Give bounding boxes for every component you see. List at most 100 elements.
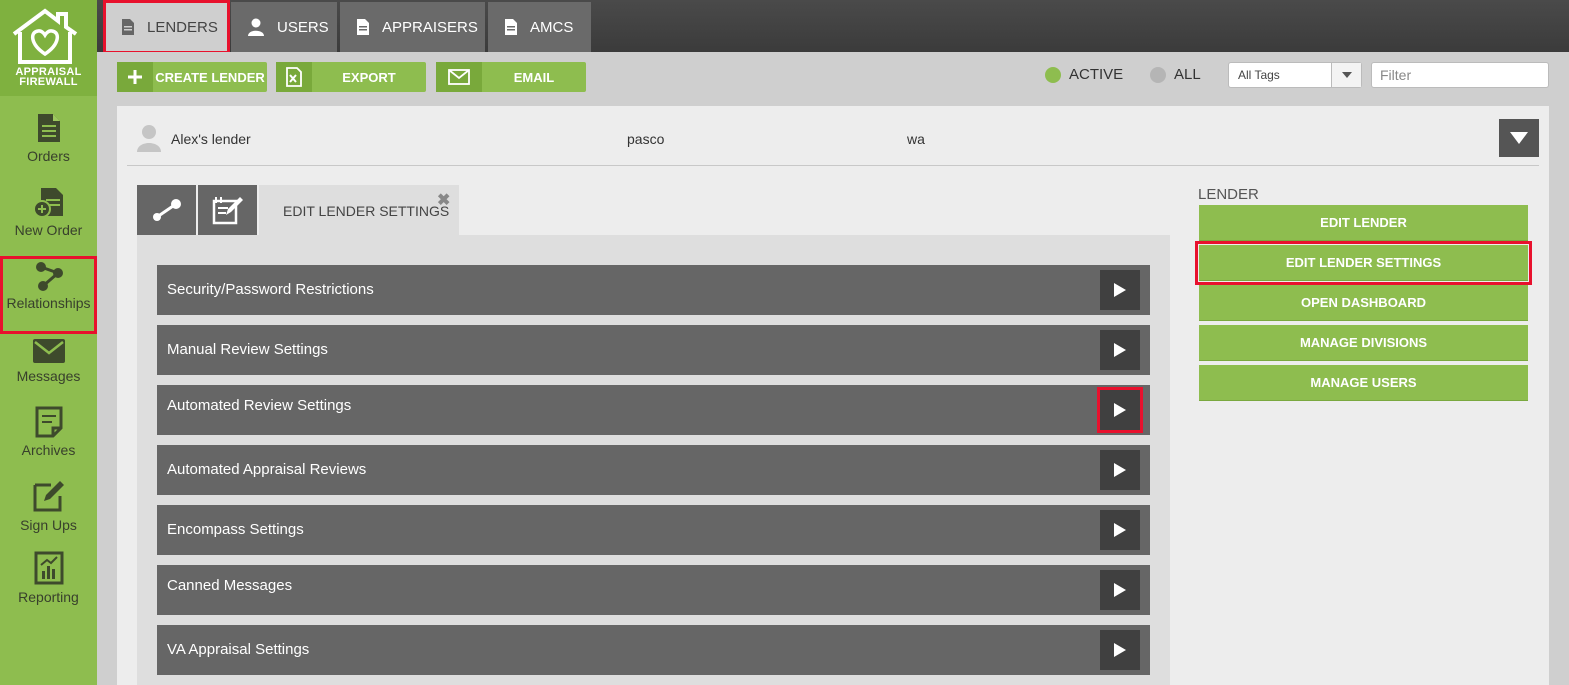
lender-panel: Alex's lender pasco wa EDIT LENDER SETTI… — [117, 106, 1549, 685]
document-icon — [505, 19, 517, 35]
tab-label: LENDERS — [147, 18, 218, 36]
edit-lender-settings-button[interactable]: EDIT LENDER SETTINGS — [1195, 241, 1532, 285]
new-order-icon — [32, 188, 63, 218]
open-dashboard-button[interactable]: OPEN DASHBOARD — [1199, 285, 1528, 321]
button-label: CREATE LENDER — [155, 69, 265, 85]
sidebar-item-label: Archives — [21, 442, 76, 458]
tab-relationships[interactable] — [137, 185, 196, 235]
brand-logo[interactable]: APPRAISAL FIREWALL — [0, 0, 97, 96]
setting-row-automated-review[interactable]: Automated Review Settings — [157, 385, 1150, 435]
row-expand-button[interactable] — [1499, 119, 1539, 157]
tab-label: USERS — [277, 18, 329, 36]
export-button[interactable]: EXPORT — [276, 62, 426, 92]
play-arrow-icon[interactable] — [1100, 330, 1140, 370]
excel-icon — [276, 62, 312, 92]
manage-divisions-button[interactable]: MANAGE DIVISIONS — [1199, 325, 1528, 361]
close-icon[interactable]: ✖ — [437, 190, 450, 210]
play-arrow-icon[interactable] — [1100, 450, 1140, 490]
settings-list: Security/Password Restrictions Manual Re… — [137, 235, 1170, 685]
sidebar-item-archives[interactable]: Archives — [0, 406, 97, 476]
top-tab-bar: LENDERS USERS APPRAISERS AMCS — [97, 0, 1569, 54]
sidebar-item-label: Sign Ups — [20, 517, 77, 533]
lender-name: Alex's lender — [171, 131, 251, 147]
envelope-icon — [32, 339, 65, 363]
lender-menu-heading: LENDER — [1198, 186, 1259, 203]
setting-row-va-appraisal[interactable]: VA Appraisal Settings — [157, 625, 1150, 675]
sidebar-item-label: Reporting — [18, 589, 79, 605]
brand-name: APPRAISAL FIREWALL — [0, 67, 97, 88]
plus-icon — [117, 62, 153, 92]
sidebar-item-label: Orders — [27, 148, 70, 164]
tab-notes[interactable] — [198, 185, 257, 235]
play-arrow-icon[interactable] — [1100, 270, 1140, 310]
sidebar-item-sign-ups[interactable]: Sign Ups — [0, 479, 97, 549]
tab-lenders[interactable]: LENDERS — [103, 0, 230, 54]
sidebar-item-messages[interactable]: Messages — [0, 338, 97, 408]
tab-label: AMCS — [530, 18, 574, 36]
setting-label: VA Appraisal Settings — [167, 641, 310, 658]
edit-icon — [33, 481, 64, 512]
setting-label: Canned Messages — [167, 577, 293, 594]
tab-appraisers[interactable]: APPRAISERS — [340, 2, 485, 52]
play-arrow-icon[interactable] — [1100, 630, 1140, 670]
edit-lender-button[interactable]: EDIT LENDER — [1199, 205, 1528, 241]
radio-selected-icon — [1045, 66, 1061, 83]
envelope-icon — [436, 62, 482, 92]
setting-label: Encompass Settings — [167, 521, 304, 538]
document-icon — [37, 114, 60, 142]
setting-label: Automated Appraisal Reviews — [167, 461, 367, 478]
tags-select-value: All Tags — [1238, 68, 1280, 82]
setting-row-security[interactable]: Security/Password Restrictions — [157, 265, 1150, 315]
filter-input[interactable] — [1371, 62, 1549, 88]
email-button[interactable]: EMAIL — [436, 62, 586, 92]
sidebar-item-orders[interactable]: Orders — [0, 112, 97, 182]
tab-users[interactable]: USERS — [231, 2, 337, 52]
filter-all-radio[interactable]: ALL — [1150, 66, 1201, 83]
relationship-link-icon — [152, 199, 181, 221]
sidebar-item-new-order[interactable]: New Order — [0, 186, 97, 256]
sidebar-item-label: Messages — [16, 368, 81, 384]
tab-amcs[interactable]: AMCS — [488, 2, 591, 52]
lender-row[interactable]: Alex's lender pasco wa — [127, 116, 1539, 166]
document-icon — [357, 19, 369, 35]
sidebar-item-relationships[interactable]: Relationships — [0, 256, 97, 334]
user-icon — [248, 18, 264, 36]
setting-label: Manual Review Settings — [167, 341, 328, 358]
tab-label: EDIT LENDER SETTINGS — [283, 203, 450, 219]
document-icon — [122, 19, 134, 35]
archive-icon — [35, 406, 62, 438]
button-label: EXPORT — [342, 69, 396, 85]
manage-users-button[interactable]: MANAGE USERS — [1199, 365, 1528, 401]
play-arrow-icon[interactable] — [1100, 510, 1140, 550]
sidebar-item-label: New Order — [14, 222, 83, 238]
create-lender-button[interactable]: CREATE LENDER — [117, 62, 267, 92]
action-bar: CREATE LENDER EXPORT EMAIL ACTIVE ALL Al… — [97, 52, 1569, 104]
tab-label: APPRAISERS — [382, 18, 478, 36]
play-arrow-icon[interactable] — [1097, 387, 1143, 433]
setting-row-encompass[interactable]: Encompass Settings — [157, 505, 1150, 555]
relationships-icon — [35, 262, 63, 291]
brand-line-2: FIREWALL — [19, 76, 78, 88]
setting-label: Security/Password Restrictions — [167, 281, 374, 298]
setting-label: Automated Review Settings — [167, 397, 352, 414]
setting-row-automated-appraisal-reviews[interactable]: Automated Appraisal Reviews — [157, 445, 1150, 495]
lender-state: wa — [907, 131, 925, 147]
radio-label: ALL — [1174, 66, 1201, 83]
sidebar-item-reporting[interactable]: Reporting — [0, 551, 97, 621]
tab-edit-lender-settings[interactable]: EDIT LENDER SETTINGS — [259, 185, 459, 237]
notepad-edit-icon — [212, 197, 243, 225]
tags-select[interactable]: All Tags — [1228, 62, 1362, 88]
lender-city: pasco — [627, 131, 665, 147]
setting-row-manual-review[interactable]: Manual Review Settings — [157, 325, 1150, 375]
radio-label: ACTIVE — [1069, 66, 1124, 83]
filter-active-radio[interactable]: ACTIVE — [1045, 66, 1123, 83]
sidebar-item-label: Relationships — [6, 295, 91, 311]
play-arrow-icon[interactable] — [1100, 570, 1140, 610]
sidebar: APPRAISAL FIREWALL Orders New Order Rela… — [0, 0, 97, 685]
caret-down-icon — [1510, 132, 1528, 144]
button-label: EMAIL — [513, 69, 555, 85]
setting-row-canned-messages[interactable]: Canned Messages — [157, 565, 1150, 615]
radio-unselected-icon — [1150, 66, 1166, 83]
house-heart-logo-icon — [12, 8, 78, 64]
chart-icon — [34, 551, 63, 585]
